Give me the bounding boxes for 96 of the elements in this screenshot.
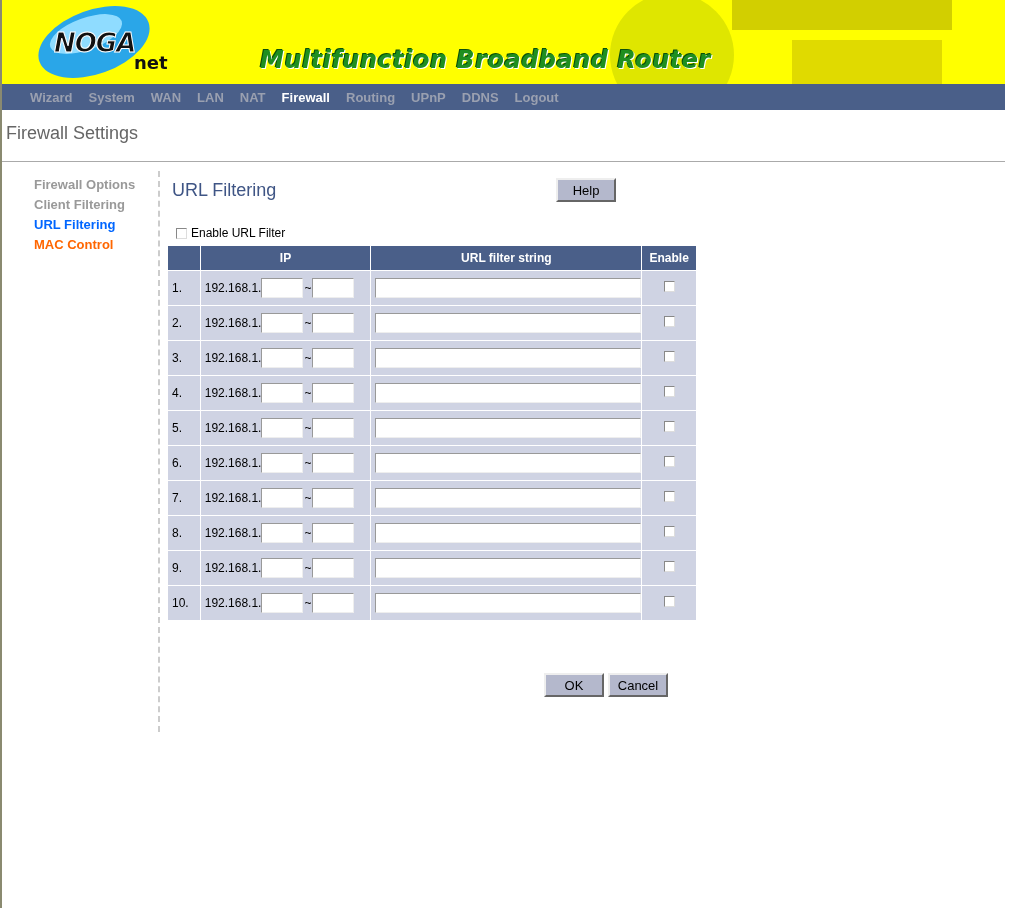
ip-start-field[interactable]: [261, 313, 304, 333]
checkbox[interactable]: [663, 596, 675, 607]
checkbox[interactable]: [663, 526, 675, 537]
ip-start-field[interactable]: [261, 558, 304, 578]
nav-tab[interactable]: System: [86, 89, 143, 105]
checkbox[interactable]: [663, 491, 675, 502]
header-cell: [168, 246, 200, 270]
checkbox[interactable]: [663, 561, 675, 572]
nav-tab[interactable]: Routing: [344, 89, 404, 105]
ip-start-field[interactable]: [261, 383, 304, 403]
sidebar-link[interactable]: URL Filtering: [34, 217, 158, 232]
column-header: IP: [200, 246, 371, 270]
row-number: 5.: [168, 411, 200, 445]
row-number: 7.: [168, 481, 200, 515]
ip-end-field[interactable]: [312, 383, 355, 403]
ip-prefix: 192.168.1.: [204, 491, 262, 505]
ip-prefix: 192.168.1.: [204, 351, 262, 365]
row-number: 2.: [168, 306, 200, 340]
row-number: 10.: [168, 586, 200, 620]
nav-tab[interactable]: WAN: [148, 89, 190, 105]
url-field[interactable]: [375, 418, 642, 438]
action-button[interactable]: Cancel: [608, 673, 668, 697]
help-button[interactable]: Help: [556, 178, 616, 202]
url-field[interactable]: [375, 383, 642, 403]
nav-tab[interactable]: UPnP: [409, 89, 454, 105]
checkbox[interactable]: [663, 386, 675, 397]
range-separator: ~: [304, 351, 312, 365]
ip-start-field[interactable]: [261, 523, 304, 543]
url-field[interactable]: [375, 313, 642, 333]
checkbox[interactable]: [663, 281, 675, 292]
url-field[interactable]: [375, 523, 642, 543]
ip-prefix: 192.168.1.: [204, 421, 262, 435]
row-number: 9.: [168, 551, 200, 585]
row-number: 8.: [168, 516, 200, 550]
row-number: 4.: [168, 376, 200, 410]
checkbox[interactable]: [176, 227, 187, 239]
page-title: Firewall Settings: [2, 110, 1005, 162]
ip-prefix: 192.168.1.: [204, 561, 262, 575]
url-field[interactable]: [375, 278, 642, 298]
range-separator: ~: [304, 456, 312, 470]
ip-start-field[interactable]: [261, 278, 304, 298]
ip-prefix: 192.168.1.: [204, 456, 262, 470]
range-separator: ~: [304, 316, 312, 330]
url-field[interactable]: [375, 348, 642, 368]
column-header: URL filter string: [371, 246, 642, 270]
ip-prefix: 192.168.1.: [204, 281, 262, 295]
nav-tab[interactable]: Wizard: [28, 89, 81, 105]
url-field[interactable]: [375, 488, 642, 508]
url-field[interactable]: [375, 453, 642, 473]
nav-tab[interactable]: LAN: [195, 89, 232, 105]
url-field[interactable]: [375, 593, 642, 613]
ip-prefix: 192.168.1.: [204, 386, 262, 400]
range-separator: ~: [304, 596, 312, 610]
row-number: 6.: [168, 446, 200, 480]
url-field[interactable]: [375, 558, 642, 578]
ip-start-field[interactable]: [261, 488, 304, 508]
nav-tab[interactable]: NAT: [237, 89, 274, 105]
section-title: URL Filtering: [171, 179, 278, 201]
sidebar-link[interactable]: Firewall Options: [34, 177, 158, 192]
ip-start-field[interactable]: [261, 418, 304, 438]
row-number: 3.: [168, 341, 200, 375]
checkbox[interactable]: [663, 316, 675, 327]
ip-start-field[interactable]: [261, 348, 304, 368]
checkbox[interactable]: [663, 456, 675, 467]
ip-start-field[interactable]: [261, 453, 304, 473]
ip-end-field[interactable]: [312, 453, 355, 473]
range-separator: ~: [304, 281, 312, 295]
ip-end-field[interactable]: [312, 488, 355, 508]
ip-end-field[interactable]: [312, 278, 355, 298]
range-separator: ~: [304, 526, 312, 540]
nav-tab[interactable]: Firewall: [279, 89, 338, 105]
ip-end-field[interactable]: [312, 593, 355, 613]
ip-end-field[interactable]: [312, 558, 355, 578]
range-separator: ~: [304, 491, 312, 505]
ip-prefix: 192.168.1.: [204, 596, 262, 610]
ip-end-field[interactable]: [312, 313, 355, 333]
ip-prefix: 192.168.1.: [204, 316, 262, 330]
ip-start-field[interactable]: [261, 593, 304, 613]
nav-tab[interactable]: Logout: [512, 89, 567, 105]
sidebar-link[interactable]: Client Filtering: [34, 197, 158, 212]
range-separator: ~: [304, 386, 312, 400]
ip-prefix: 192.168.1.: [204, 526, 262, 540]
checkbox[interactable]: [663, 421, 675, 432]
nav-tab[interactable]: DDNS: [459, 89, 507, 105]
row-number: 1.: [168, 271, 200, 305]
checkbox[interactable]: [663, 351, 675, 362]
sidebar-link[interactable]: MAC Control: [34, 237, 158, 252]
column-header: Enable: [642, 246, 696, 270]
action-button[interactable]: OK: [544, 673, 604, 697]
ip-end-field[interactable]: [312, 418, 355, 438]
ip-end-field[interactable]: [312, 523, 355, 543]
range-separator: ~: [304, 421, 312, 435]
ip-end-field[interactable]: [312, 348, 355, 368]
banner-title: Multifunction Broadband Router: [260, 46, 711, 74]
range-separator: ~: [304, 561, 312, 575]
checkbox-label: Enable URL Filter: [191, 226, 286, 240]
